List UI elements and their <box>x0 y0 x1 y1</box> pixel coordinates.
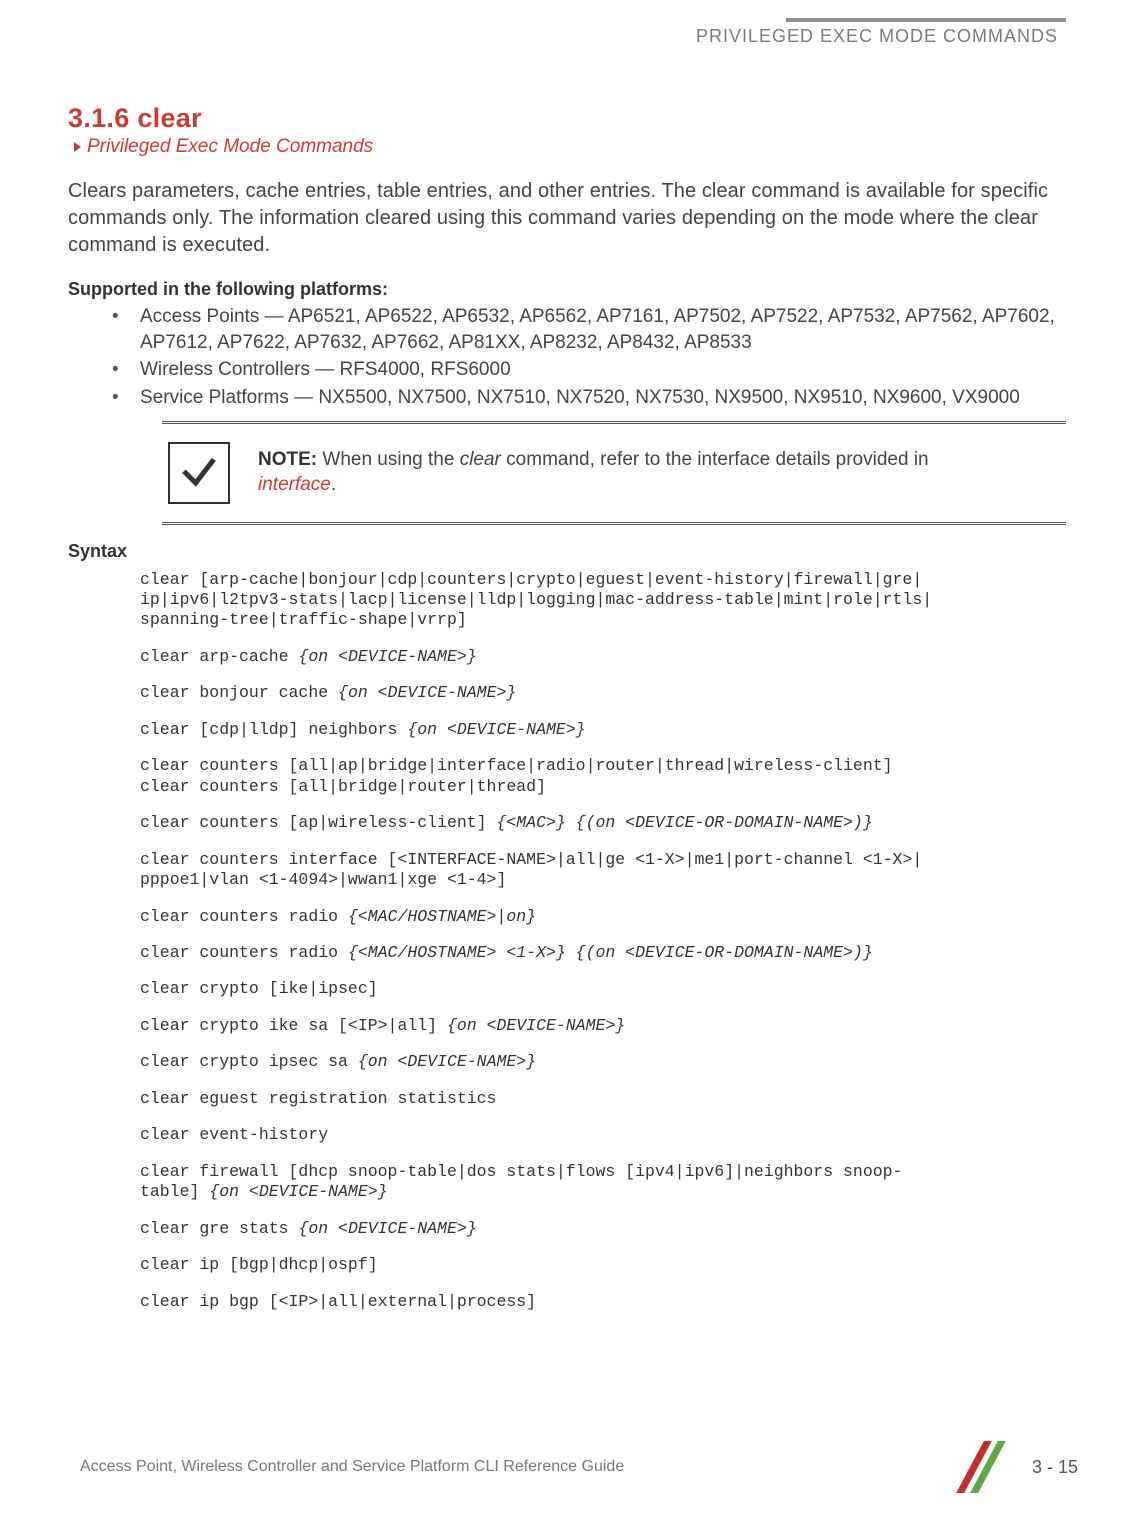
code-line: clear crypto ike sa [<IP>|all] {on <DEVI… <box>140 1016 1066 1036</box>
note-mid: command, refer to the interface details … <box>501 449 929 470</box>
page-number: 3 - 15 <box>1032 1457 1078 1478</box>
code-line: clear counters [ap|wireless-client] {<MA… <box>140 813 1066 833</box>
code-line: clear crypto [ike|ipsec] <box>140 979 1066 999</box>
supported-heading: Supported in the following platforms: <box>68 279 1066 300</box>
note-link[interactable]: interface <box>258 474 331 495</box>
code-line: clear counters interface [<INTERFACE-NAM… <box>140 850 1066 891</box>
running-header: PRIVILEGED EXEC MODE COMMANDS <box>80 26 1066 47</box>
code-line: clear ip bgp [<IP>|all|external|process] <box>140 1292 1066 1312</box>
note-label: NOTE: <box>258 449 317 470</box>
intro-paragraph: Clears parameters, cache entries, table … <box>68 178 1066 259</box>
code-line: clear gre stats {on <DEVICE-NAME>} <box>140 1219 1066 1239</box>
header-accent-bar <box>786 18 1066 22</box>
note-block: NOTE: When using the clear command, refe… <box>162 421 1066 525</box>
syntax-code-block: clear [arp-cache|bonjour|cdp|counters|cr… <box>140 570 1066 1312</box>
list-item: Service Platforms — NX5500, NX7500, NX75… <box>100 385 1066 411</box>
code-line: clear ip [bgp|dhcp|ospf] <box>140 1255 1066 1275</box>
code-line: clear counters radio {<MAC/HOSTNAME> <1-… <box>140 943 1066 963</box>
note-suffix: . <box>331 474 336 495</box>
breadcrumb: Privileged Exec Mode Commands <box>74 136 1066 158</box>
note-command: clear <box>460 449 501 470</box>
arrow-right-icon <box>74 142 81 152</box>
code-line: clear counters [all|ap|bridge|interface|… <box>140 756 1066 797</box>
syntax-heading: Syntax <box>68 541 1066 562</box>
code-line: clear counters radio {<MAC/HOSTNAME>|on} <box>140 907 1066 927</box>
code-line: clear bonjour cache {on <DEVICE-NAME>} <box>140 683 1066 703</box>
brand-slash-icon <box>948 1447 1018 1487</box>
footer-guide-title: Access Point, Wireless Controller and Se… <box>80 1458 624 1476</box>
check-icon <box>168 442 230 504</box>
list-item: Access Points — AP6521, AP6522, AP6532, … <box>100 304 1066 355</box>
code-line: clear [cdp|lldp] neighbors {on <DEVICE-N… <box>140 720 1066 740</box>
list-item: Wireless Controllers — RFS4000, RFS6000 <box>100 357 1066 383</box>
supported-list: Access Points — AP6521, AP6522, AP6532, … <box>100 304 1066 411</box>
code-line: clear eguest registration statistics <box>140 1089 1066 1109</box>
note-text: NOTE: When using the clear command, refe… <box>258 448 938 497</box>
note-prefix: When using the <box>317 449 460 470</box>
code-line: clear arp-cache {on <DEVICE-NAME>} <box>140 647 1066 667</box>
breadcrumb-text: Privileged Exec Mode Commands <box>87 136 373 157</box>
code-line: clear [arp-cache|bonjour|cdp|counters|cr… <box>140 570 1066 631</box>
code-line: clear firewall [dhcp snoop-table|dos sta… <box>140 1162 1066 1203</box>
page-footer: Access Point, Wireless Controller and Se… <box>80 1447 1078 1487</box>
code-line: clear event-history <box>140 1125 1066 1145</box>
code-line: clear crypto ipsec sa {on <DEVICE-NAME>} <box>140 1052 1066 1072</box>
section-title: 3.1.6 clear <box>68 103 1066 134</box>
